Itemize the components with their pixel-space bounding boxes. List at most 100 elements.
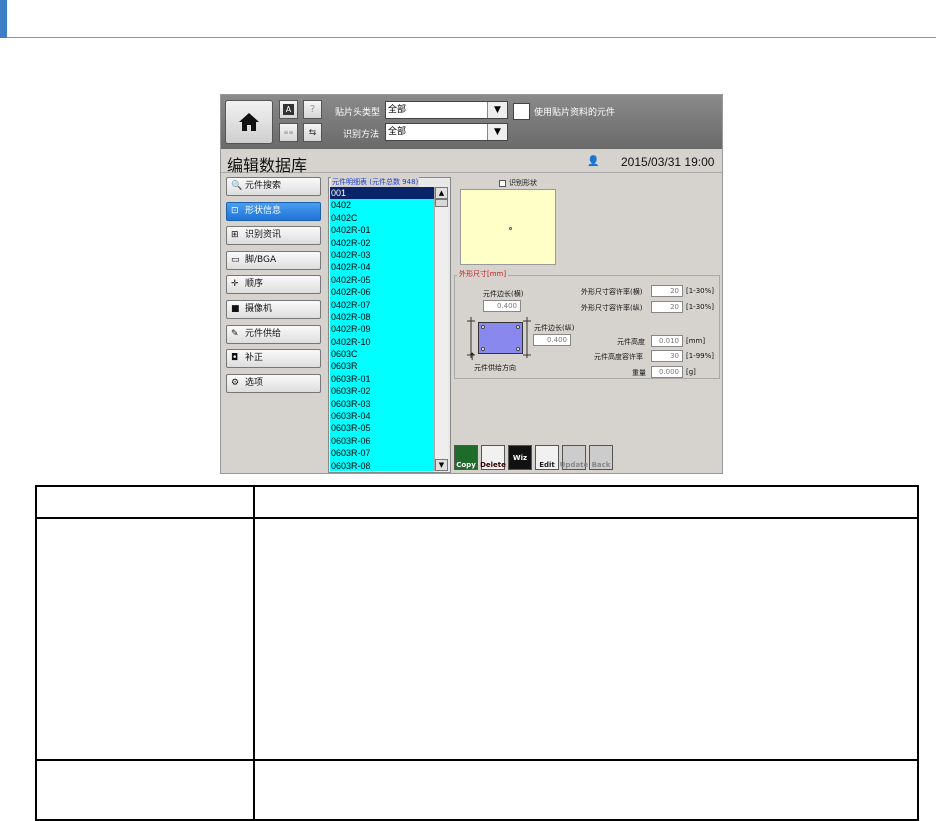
- feed-direction-label: 元件供给方向: [474, 364, 516, 372]
- length-label: 元件边长(纵): [534, 324, 575, 332]
- sidebar-item[interactable]: ◘ 补正: [226, 349, 321, 369]
- use-data-label: 使用贴片资料的元件: [534, 107, 616, 117]
- sequence-icon: ✛: [231, 279, 239, 290]
- delete-button[interactable]: Delete: [480, 445, 506, 470]
- list-item[interactable]: 0603R-02: [330, 385, 434, 397]
- home-button[interactable]: [225, 100, 273, 144]
- list-item[interactable]: 0402R-08: [330, 311, 434, 323]
- sidebar-item-label: 识别资讯: [245, 230, 282, 241]
- chevron-down-icon[interactable]: ▼: [487, 102, 507, 118]
- sidebar-item[interactable]: ⊡ 形状信息: [226, 201, 321, 221]
- top-toolbar: A ? ≡≡ ⇆ 贴片头类型 全部 ▼ 识别方法 全部 ▼ 使用贴片资料的元件: [221, 95, 722, 149]
- scroll-up-icon[interactable]: ▲: [435, 187, 448, 199]
- list-item[interactable]: 0402R-01: [330, 224, 434, 236]
- tol-y-input[interactable]: 20: [651, 301, 683, 313]
- list-item[interactable]: 0603R-07: [330, 447, 434, 459]
- list-item[interactable]: 0402R-09: [330, 323, 434, 335]
- transfer-icon[interactable]: ⇆: [303, 123, 322, 142]
- sidebar-item-label: 顺序: [245, 279, 264, 290]
- height-tol-input[interactable]: 30: [651, 350, 683, 362]
- list-item[interactable]: 0603R: [330, 360, 434, 372]
- copy-button[interactable]: Copy: [454, 445, 478, 470]
- use-data-checkbox[interactable]: [513, 103, 530, 120]
- list-item[interactable]: 0603R-01: [330, 373, 434, 385]
- correction-icon: ◘: [231, 353, 239, 364]
- table-cell: [35, 485, 255, 519]
- recog-method-select[interactable]: 全部 ▼: [385, 123, 508, 141]
- scroll-down-icon[interactable]: ▼: [435, 459, 448, 471]
- parts-list[interactable]: 001 0402 0402C 0402R-01 0402R-02 0402R-03 0402…: [330, 187, 434, 471]
- document-header-bar: [0, 0, 936, 38]
- list-item[interactable]: 0603C: [330, 348, 434, 360]
- recog-method-value: 全部: [388, 127, 407, 137]
- edit-button[interactable]: Edit: [535, 445, 559, 470]
- list-item[interactable]: 0402R-06: [330, 286, 434, 298]
- list-item[interactable]: 0603R-08: [330, 460, 434, 471]
- list-item[interactable]: 0402R-07: [330, 299, 434, 311]
- sidebar-item[interactable]: ⚙ 选项: [226, 373, 321, 393]
- head-type-value: 全部: [388, 105, 407, 115]
- list-item[interactable]: 0402R-03: [330, 249, 434, 261]
- sidebar-item-label: 元件搜索: [245, 181, 282, 191]
- list-item[interactable]: 0402C: [330, 212, 434, 224]
- back-button[interactable]: Back: [589, 445, 613, 470]
- width-label: 元件边长(横): [483, 290, 524, 298]
- sidebar-item[interactable]: ⊞ 识别资讯: [226, 226, 321, 246]
- sidebar-item-label: 脚/BGA: [245, 254, 277, 265]
- user-list-icon[interactable]: ≡≡: [279, 123, 298, 142]
- sidebar-item-label: 选项: [245, 377, 264, 388]
- height-tol-label: 元件高度容许率: [594, 353, 643, 361]
- chevron-down-icon[interactable]: ▼: [487, 124, 507, 140]
- arrow-up-icon: ↑: [468, 352, 477, 363]
- list-item[interactable]: 0603R-05: [330, 422, 434, 434]
- recog-shape-checkbox[interactable]: 识别形状: [499, 178, 537, 188]
- recognition-icon: ⊞: [231, 230, 239, 241]
- list-item[interactable]: 0603R-04: [330, 410, 434, 422]
- weight-input[interactable]: 0.000: [651, 366, 683, 378]
- list-item[interactable]: 0402R-10: [330, 336, 434, 348]
- sidebar-item[interactable]: ■ 摄像机: [226, 300, 321, 319]
- center-marker: [509, 227, 512, 230]
- head-type-label: 贴片头类型: [335, 107, 381, 117]
- length-input[interactable]: 0.400: [533, 334, 571, 346]
- back-label: Back: [591, 461, 611, 469]
- list-item[interactable]: 0603R-03: [330, 398, 434, 410]
- list-item[interactable]: 0603R-06: [330, 435, 434, 447]
- home-icon: [239, 113, 259, 131]
- table-cell: [35, 517, 255, 761]
- sidebar-item[interactable]: ✛ 顺序: [226, 275, 321, 295]
- scroll-thumb[interactable]: [435, 199, 448, 207]
- list-item[interactable]: 0402: [330, 199, 434, 211]
- checkbox-box[interactable]: [499, 179, 506, 187]
- table-cell: [253, 759, 919, 821]
- sidebar-item[interactable]: 🔍 元件搜索: [226, 177, 321, 196]
- page-title: 编辑数据库: [227, 156, 308, 175]
- sidebar-item[interactable]: ✎ 元件供给: [226, 324, 321, 344]
- shape-info-icon: ⊡: [231, 205, 239, 216]
- update-button[interactable]: Update: [560, 445, 588, 470]
- recog-shape-label: 识别形状: [509, 179, 537, 187]
- wiz-label: Wiz: [512, 453, 528, 462]
- parts-list-scrollbar[interactable]: ▲ ▼: [434, 187, 448, 471]
- wizard-button[interactable]: Wiz: [508, 445, 532, 470]
- tol-y-label: 外形尺寸容许率(纵): [581, 304, 643, 312]
- tol-x-input[interactable]: 20: [651, 285, 683, 297]
- tol-y-range: [1-30%]: [686, 303, 714, 311]
- head-type-select[interactable]: 全部 ▼: [385, 101, 508, 119]
- list-item[interactable]: 001: [330, 187, 434, 200]
- app-screenshot: A ? ≡≡ ⇆ 贴片头类型 全部 ▼ 识别方法 全部 ▼ 使用贴片资料的元件 …: [220, 94, 723, 474]
- help-icon[interactable]: ?: [303, 100, 322, 119]
- sidebar-item[interactable]: ▭ 脚/BGA: [226, 250, 321, 270]
- table-cell: [253, 517, 919, 761]
- edit-label: Edit: [539, 461, 555, 469]
- height-label: 元件高度: [617, 338, 645, 346]
- width-input[interactable]: 0.400: [483, 300, 521, 312]
- user-icon[interactable]: 👤: [587, 156, 599, 167]
- list-item[interactable]: 0402R-04: [330, 261, 434, 273]
- font-icon[interactable]: A: [279, 100, 298, 119]
- height-input[interactable]: 0.010: [651, 335, 683, 347]
- list-item[interactable]: 0402R-05: [330, 274, 434, 286]
- list-item[interactable]: 0402R-02: [330, 237, 434, 249]
- table-cell: [35, 759, 255, 821]
- recog-method-label: 识别方法: [343, 129, 380, 139]
